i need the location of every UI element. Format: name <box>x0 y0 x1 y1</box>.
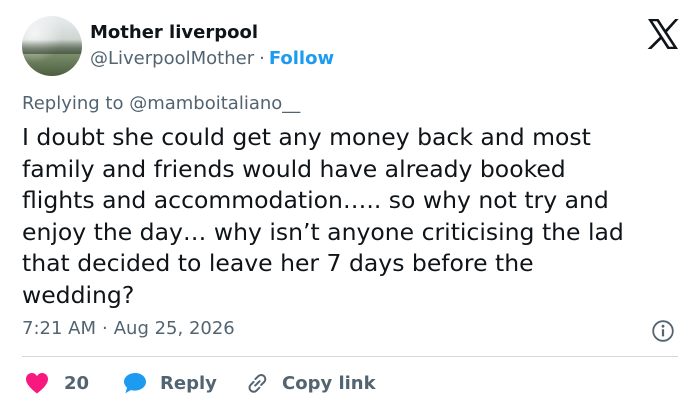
like-button[interactable]: 20 <box>24 368 89 398</box>
like-count: 20 <box>64 372 90 394</box>
tweet-meta[interactable]: 7:21 AM · Aug 25, 2026 <box>22 318 235 339</box>
author-handle-row: @LiverpoolMother · Follow <box>90 48 334 69</box>
speech-bubble-icon <box>124 373 146 394</box>
follow-button[interactable]: Follow <box>269 48 334 69</box>
tweet-time[interactable]: 7:21 AM <box>22 318 96 339</box>
author-name[interactable]: Mother liverpool <box>90 22 258 43</box>
replying-prefix: Replying to <box>22 93 130 114</box>
avatar[interactable] <box>22 16 82 76</box>
tweet-date[interactable]: Aug 25, 2026 <box>114 318 235 339</box>
author-handle[interactable]: @LiverpoolMother <box>90 48 254 69</box>
tweet-text: I doubt she could get any money back and… <box>22 123 624 309</box>
reply-label: Reply <box>160 372 217 394</box>
replying-to-line: Replying to @mamboitaliano__ <box>22 93 300 114</box>
reply-button[interactable]: Reply <box>122 368 217 398</box>
meta-separator: · <box>102 318 108 339</box>
x-logo-icon[interactable] <box>646 18 680 50</box>
handle-separator: · <box>259 48 265 69</box>
replying-mention[interactable]: @mamboitaliano__ <box>129 93 300 114</box>
link-icon <box>248 374 267 393</box>
copy-link-button[interactable]: Copy link <box>244 368 376 398</box>
avatar-treeline <box>22 40 82 54</box>
divider <box>22 356 678 357</box>
heart-icon <box>26 373 48 394</box>
copy-link-label: Copy link <box>282 372 376 394</box>
info-icon[interactable] <box>651 319 675 343</box>
